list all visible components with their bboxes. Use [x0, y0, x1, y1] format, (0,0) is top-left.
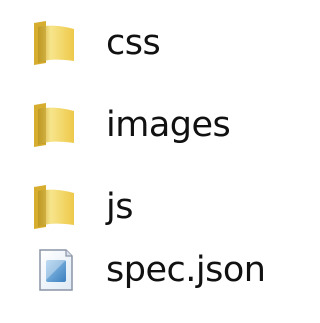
item-label: spec.json	[106, 249, 266, 290]
folder-item-css[interactable]: css	[28, 15, 278, 71]
item-label: images	[106, 104, 231, 145]
item-label: js	[106, 186, 133, 227]
folder-icon	[28, 101, 80, 149]
folder-icon	[28, 19, 80, 67]
file-icon	[28, 246, 80, 294]
item-label: css	[106, 22, 161, 63]
folder-item-js[interactable]: js	[28, 179, 278, 235]
file-list: css images js spec.json	[0, 0, 288, 323]
folder-item-images[interactable]: images	[28, 97, 278, 153]
file-item-spec-json[interactable]: spec.json	[28, 242, 278, 298]
folder-icon	[28, 183, 80, 231]
